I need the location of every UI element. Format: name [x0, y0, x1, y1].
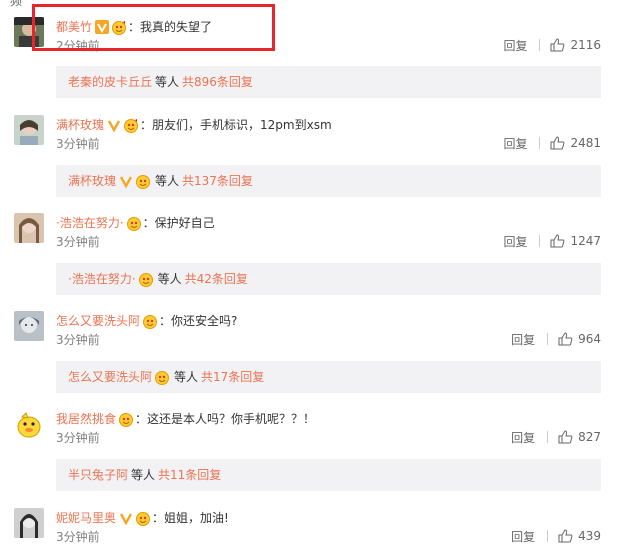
avatar[interactable] [14, 508, 44, 538]
comment-username[interactable]: 满杯玫瑰 [56, 115, 104, 135]
like-button[interactable]: 1247 [550, 234, 601, 248]
thumbs-up-icon [550, 234, 565, 248]
comment-time: 3分钟前 [56, 137, 100, 151]
comment-username[interactable]: 我居然挑食 [56, 409, 116, 429]
member-emoji-icon [135, 174, 152, 189]
reply-button[interactable]: 回复 [511, 331, 535, 348]
like-button[interactable]: 2116 [550, 38, 601, 52]
reply-button[interactable]: 回复 [503, 37, 527, 54]
thumbs-up-icon [550, 38, 565, 52]
thumbs-up-icon [558, 430, 573, 444]
member-emoji-icon [154, 370, 171, 385]
divider [539, 39, 541, 51]
comment-time: 3分钟前 [56, 530, 100, 544]
thread-mid-text: 等人 [131, 468, 156, 482]
thread-user[interactable]: 半只兔子阿 [68, 459, 128, 491]
member-emoji-icon [142, 314, 159, 329]
divider [547, 431, 549, 443]
avatar[interactable] [14, 115, 44, 145]
avatar[interactable] [14, 409, 44, 439]
thread-total-replies[interactable]: 共11条回复 [158, 459, 221, 491]
member-emoji-icon [138, 272, 155, 287]
comment-text: ：姐姐，加油! [152, 511, 229, 525]
reply-button[interactable]: 回复 [511, 528, 535, 545]
comment-time: 3分钟前 [56, 431, 100, 445]
member-emoji-icon [118, 412, 135, 427]
highlight-box [32, 4, 275, 51]
comment-text: ：保护好自己 [142, 216, 215, 230]
thread-mid-text: 等人 [174, 370, 199, 384]
reply-button[interactable]: 回复 [511, 429, 535, 446]
like-button[interactable]: 2481 [550, 136, 601, 150]
thread-total-replies[interactable]: 共137条回复 [182, 165, 253, 197]
truncated-header-text: 频 [10, 0, 23, 8]
reply-thread-summary[interactable]: 老秦的皮卡丘丘 等人 共896条回复 [56, 66, 601, 98]
like-count: 964 [578, 332, 601, 346]
thumbs-up-icon [558, 529, 573, 543]
thread-total-replies[interactable]: 共42条回复 [185, 263, 248, 295]
reply-thread-summary[interactable]: 满杯玫瑰 等人 共137条回复 [56, 165, 601, 197]
comment-username[interactable]: 怎么又要洗头阿 [56, 311, 140, 331]
reply-thread-summary[interactable]: ·浩浩在努力· 等人 共42条回复 [56, 263, 601, 295]
thumbs-up-icon [558, 332, 573, 346]
reply-thread-summary[interactable]: 怎么又要洗头阿 等人 共17条回复 [56, 361, 601, 393]
thread-total-replies[interactable]: 共17条回复 [201, 361, 264, 393]
avatar[interactable] [14, 311, 44, 341]
like-button[interactable]: 827 [558, 430, 601, 444]
thumbs-up-icon [550, 136, 565, 150]
divider [539, 137, 541, 149]
verified-v-icon [119, 511, 133, 525]
comment-username[interactable]: 妮妮马里奥 [56, 508, 116, 528]
thread-user[interactable]: 老秦的皮卡丘丘 [68, 66, 152, 98]
like-count: 827 [578, 430, 601, 444]
like-count: 1247 [570, 234, 601, 248]
divider [539, 235, 541, 247]
thread-mid-text: 等人 [157, 272, 182, 286]
reply-button[interactable]: 回复 [503, 135, 527, 152]
thread-user[interactable]: 怎么又要洗头阿 [68, 361, 152, 393]
comment-time: 3分钟前 [56, 333, 100, 347]
divider [547, 530, 549, 542]
avatar[interactable] [14, 213, 44, 243]
member-emoji-icon [135, 511, 152, 526]
thread-user[interactable]: ·浩浩在努力· [68, 263, 136, 295]
thread-total-replies[interactable]: 共896条回复 [182, 66, 253, 98]
member-emoji-icon [123, 118, 140, 133]
like-count: 2481 [570, 136, 601, 150]
like-button[interactable]: 964 [558, 332, 601, 346]
comment-text: ：这还是本人吗？你手机呢？？！ [135, 412, 316, 426]
comment-username[interactable]: ·浩浩在努力· [56, 213, 124, 233]
reply-button[interactable]: 回复 [503, 233, 527, 250]
thread-mid-text: 等人 [155, 174, 180, 188]
like-count: 439 [578, 529, 601, 543]
reply-thread-summary[interactable]: 半只兔子阿 等人 共11条回复 [56, 459, 601, 491]
like-button[interactable]: 439 [558, 529, 601, 543]
thread-mid-text: 等人 [155, 75, 180, 89]
like-count: 2116 [570, 38, 601, 52]
verified-v-icon [107, 118, 121, 132]
verified-v-icon [119, 174, 133, 188]
divider [547, 333, 549, 345]
comment-text: ：你还安全吗? [159, 314, 238, 328]
thread-user[interactable]: 满杯玫瑰 [68, 165, 116, 197]
comment-text: ：朋友们，手机标识，12pm到xsm [140, 118, 332, 132]
member-emoji-icon [126, 216, 143, 231]
comment-time: 3分钟前 [56, 235, 100, 249]
